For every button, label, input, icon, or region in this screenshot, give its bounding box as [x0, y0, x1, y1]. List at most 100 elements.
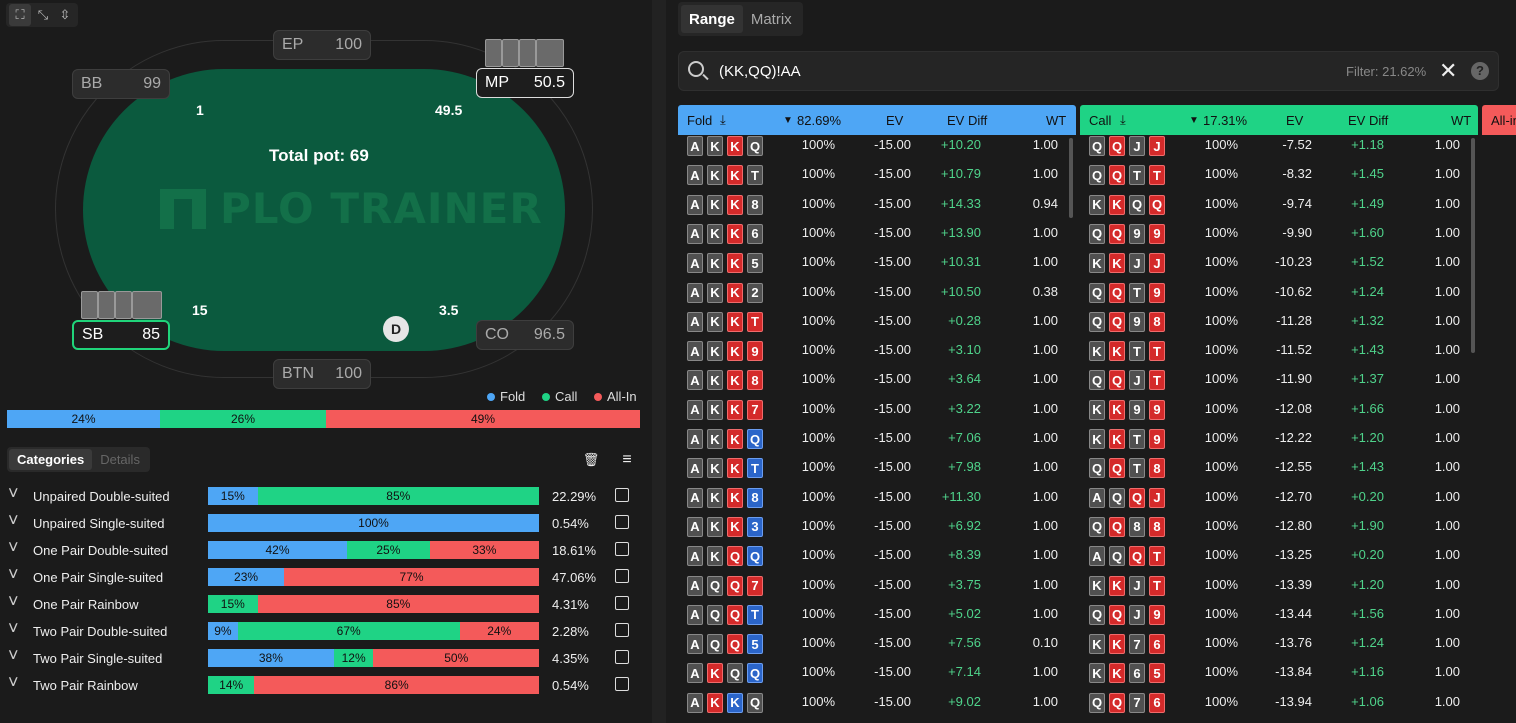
- collapse-icon[interactable]: ⇳: [54, 4, 76, 26]
- chevron-down-icon[interactable]: ˅: [8, 510, 22, 531]
- fullscreen-icon[interactable]: ⛶: [9, 4, 31, 26]
- category-checkbox[interactable]: [615, 488, 629, 502]
- shrink-icon[interactable]: ⤡: [32, 4, 54, 26]
- hand-row[interactable]: A K K Q 100% -15.00 +10.20 1.00: [678, 135, 1076, 158]
- call-scrollbar[interactable]: [1471, 138, 1475, 353]
- hand-row[interactable]: A Q Q 5 100% -15.00 +7.56 0.10: [678, 627, 1076, 656]
- category-row[interactable]: ˅ Unpaired Single-suited 100% 0.54%: [8, 510, 638, 535]
- fold-wt-header[interactable]: WT: [1046, 113, 1066, 128]
- chevron-down-icon[interactable]: ˅: [8, 564, 22, 585]
- seat-co[interactable]: CO 96.5: [476, 320, 574, 350]
- hand-row[interactable]: A K K 8 100% -15.00 +14.33 0.94: [678, 188, 1076, 217]
- hand-row[interactable]: A K K 2 100% -15.00 +10.50 0.38: [678, 276, 1076, 305]
- sort-desc-icon[interactable]: ▼: [1189, 115, 1199, 126]
- hand-row[interactable]: Q Q 7 6 100% -13.94 +1.06 1.00: [1080, 686, 1478, 715]
- call-evdiff-header[interactable]: EV Diff: [1348, 113, 1388, 128]
- range-search-bar[interactable]: (KK,QQ)!AA Filter: 21.62% ✕ ?: [678, 51, 1499, 91]
- category-checkbox[interactable]: [615, 623, 629, 637]
- download-icon[interactable]: ⤓: [1120, 112, 1126, 128]
- hand-row[interactable]: Q Q J T 100% -11.90 +1.37 1.00: [1080, 363, 1478, 392]
- tab-categories[interactable]: Categories: [9, 449, 93, 470]
- fold-scrollbar[interactable]: [1069, 138, 1073, 218]
- call-column-header[interactable]: Call ⤓ ▼ 17.31% EV EV Diff WT: [1080, 105, 1478, 135]
- clear-icon[interactable]: ✕: [1439, 58, 1457, 84]
- seat-btn[interactable]: BTN 100: [273, 359, 371, 389]
- tab-matrix[interactable]: Matrix: [743, 5, 800, 33]
- fold-column-header[interactable]: Fold ⤓ ▼ 82.69% EV EV Diff WT: [678, 105, 1076, 135]
- hand-row[interactable]: A K K 8 100% -15.00 +3.64 1.00: [678, 363, 1076, 392]
- search-input[interactable]: (KK,QQ)!AA: [719, 63, 801, 80]
- chevron-down-icon[interactable]: ˅: [8, 591, 22, 612]
- hand-row[interactable]: Q Q 8 8 100% -12.80 +1.90 1.00: [1080, 510, 1478, 539]
- hand-row[interactable]: A K K 9 100% -15.00 +3.10 1.00: [678, 334, 1076, 363]
- hand-row[interactable]: A K K 7 100% -15.00 +3.22 1.00: [678, 393, 1076, 422]
- hand-row[interactable]: A K K 8 100% -15.00 +11.30 1.00: [678, 481, 1076, 510]
- hand-row[interactable]: A K K T 100% -15.00 +0.28 1.00: [678, 305, 1076, 334]
- hand-row[interactable]: K K J J 100% -10.23 +1.52 1.00: [1080, 246, 1478, 275]
- hand-row[interactable]: Q Q J 9 100% -13.44 +1.56 1.00: [1080, 598, 1478, 627]
- hand-row[interactable]: K K 6 5 100% -13.84 +1.16 1.00: [1080, 656, 1478, 685]
- hand-row[interactable]: A K K 3 100% -15.00 +6.92 1.00: [678, 510, 1076, 539]
- hand-row[interactable]: Q Q J J 100% -7.52 +1.18 1.00: [1080, 135, 1478, 158]
- seat-sb[interactable]: SB 85: [72, 320, 170, 350]
- hand-row[interactable]: A K K 6 100% -15.00 +13.90 1.00: [678, 217, 1076, 246]
- hand-row[interactable]: K K T T 100% -11.52 +1.43 1.00: [1080, 334, 1478, 363]
- category-checkbox[interactable]: [615, 596, 629, 610]
- hand-row[interactable]: A K K 5 100% -15.00 +10.31 1.00: [678, 246, 1076, 275]
- hand-row[interactable]: Q Q 9 9 100% -9.90 +1.60 1.00: [1080, 217, 1478, 246]
- seat-bb[interactable]: BB 99: [72, 69, 170, 99]
- hand-row[interactable]: K K 9 9 100% -12.08 +1.66 1.00: [1080, 393, 1478, 422]
- hand-row[interactable]: A K K Q 100% -15.00 +7.06 1.00: [678, 422, 1076, 451]
- category-row[interactable]: ˅ One Pair Single-suited 23% 77% 47.06%: [8, 564, 638, 589]
- hand-row[interactable]: A Q Q J 100% -12.70 +0.20 1.00: [1080, 481, 1478, 510]
- download-icon[interactable]: ⤓: [720, 112, 726, 128]
- category-row[interactable]: ˅ One Pair Double-suited 42% 25% 33% 18.61%: [8, 537, 638, 562]
- sort-desc-icon[interactable]: ▼: [783, 115, 793, 126]
- help-icon[interactable]: ?: [1471, 62, 1489, 80]
- category-row[interactable]: ˅ Two Pair Single-suited 38% 12% 50% 4.35%: [8, 645, 638, 670]
- hand-row[interactable]: A Q Q 7 100% -15.00 +3.75 1.00: [678, 569, 1076, 598]
- call-hand-list[interactable]: Q Q J J 100% -7.52 +1.18 1.00 Q Q T T 100% -8.32 +1.45…: [1080, 135, 1478, 723]
- hand-row[interactable]: A Q Q T 100% -13.25 +0.20 1.00: [1080, 539, 1478, 568]
- trash-icon[interactable]: 🗑: [580, 449, 602, 471]
- category-row[interactable]: ˅ Unpaired Double-suited 15% 85% 22.29%: [8, 483, 638, 508]
- category-checkbox[interactable]: [615, 677, 629, 691]
- chevron-down-icon[interactable]: ˅: [8, 672, 22, 693]
- hand-row[interactable]: A K Q Q 100% -15.00 +7.14 1.00: [678, 656, 1076, 685]
- chevron-down-icon[interactable]: ˅: [8, 483, 22, 504]
- hand-row[interactable]: Q Q T 9 100% -10.62 +1.24 1.00: [1080, 276, 1478, 305]
- fold-hand-list[interactable]: A K K Q 100% -15.00 +10.20 1.00 A K K T 100% -15.00 +1…: [678, 135, 1076, 723]
- chevron-down-icon[interactable]: ˅: [8, 645, 22, 666]
- category-checkbox[interactable]: [615, 515, 629, 529]
- category-checkbox[interactable]: [615, 542, 629, 556]
- fold-ev-header[interactable]: EV: [886, 113, 903, 128]
- category-row[interactable]: ˅ Two Pair Double-suited 9% 67% 24% 2.28%: [8, 618, 638, 643]
- hand-row[interactable]: A Q Q T 100% -15.00 +5.02 1.00: [678, 598, 1076, 627]
- filter-icon[interactable]: ≡: [616, 449, 638, 471]
- tab-details[interactable]: Details: [92, 449, 148, 470]
- fold-evdiff-header[interactable]: EV Diff: [947, 113, 987, 128]
- hand-row[interactable]: A K K T 100% -15.00 +7.98 1.00: [678, 451, 1076, 480]
- hand-row[interactable]: A K K T 100% -15.00 +10.79 1.00: [678, 158, 1076, 187]
- hand-row[interactable]: K K Q Q 100% -9.74 +1.49 1.00: [1080, 188, 1478, 217]
- category-checkbox[interactable]: [615, 569, 629, 583]
- hand-row[interactable]: A K Q Q 100% -15.00 +8.39 1.00: [678, 539, 1076, 568]
- category-checkbox[interactable]: [615, 650, 629, 664]
- hand-row[interactable]: K K 7 6 100% -13.76 +1.24 1.00: [1080, 627, 1478, 656]
- hand-row[interactable]: Q Q T T 100% -8.32 +1.45 1.00: [1080, 158, 1478, 187]
- call-ev-header[interactable]: EV: [1286, 113, 1303, 128]
- hand-row[interactable]: Q Q T 8 100% -12.55 +1.43 1.00: [1080, 451, 1478, 480]
- hand-row[interactable]: A K K Q 100% -15.00 +9.02 1.00: [678, 686, 1076, 715]
- seat-ep[interactable]: EP 100: [273, 30, 371, 60]
- hand-row[interactable]: K K J T 100% -13.39 +1.20 1.00: [1080, 569, 1478, 598]
- call-wt-header[interactable]: WT: [1451, 113, 1471, 128]
- allin-column-header[interactable]: All-in: [1482, 105, 1516, 135]
- tab-range[interactable]: Range: [681, 5, 743, 33]
- hand-row[interactable]: K K T 9 100% -12.22 +1.20 1.00: [1080, 422, 1478, 451]
- chevron-down-icon[interactable]: ˅: [8, 537, 22, 558]
- hand-row[interactable]: Q Q 9 8 100% -11.28 +1.32 1.00: [1080, 305, 1478, 334]
- panel-divider[interactable]: [652, 0, 666, 723]
- category-row[interactable]: ˅ Two Pair Rainbow 14% 86% 0.54%: [8, 672, 638, 697]
- category-row[interactable]: ˅ One Pair Rainbow 15% 85% 4.31%: [8, 591, 638, 616]
- seat-mp[interactable]: MP 50.5: [476, 68, 574, 98]
